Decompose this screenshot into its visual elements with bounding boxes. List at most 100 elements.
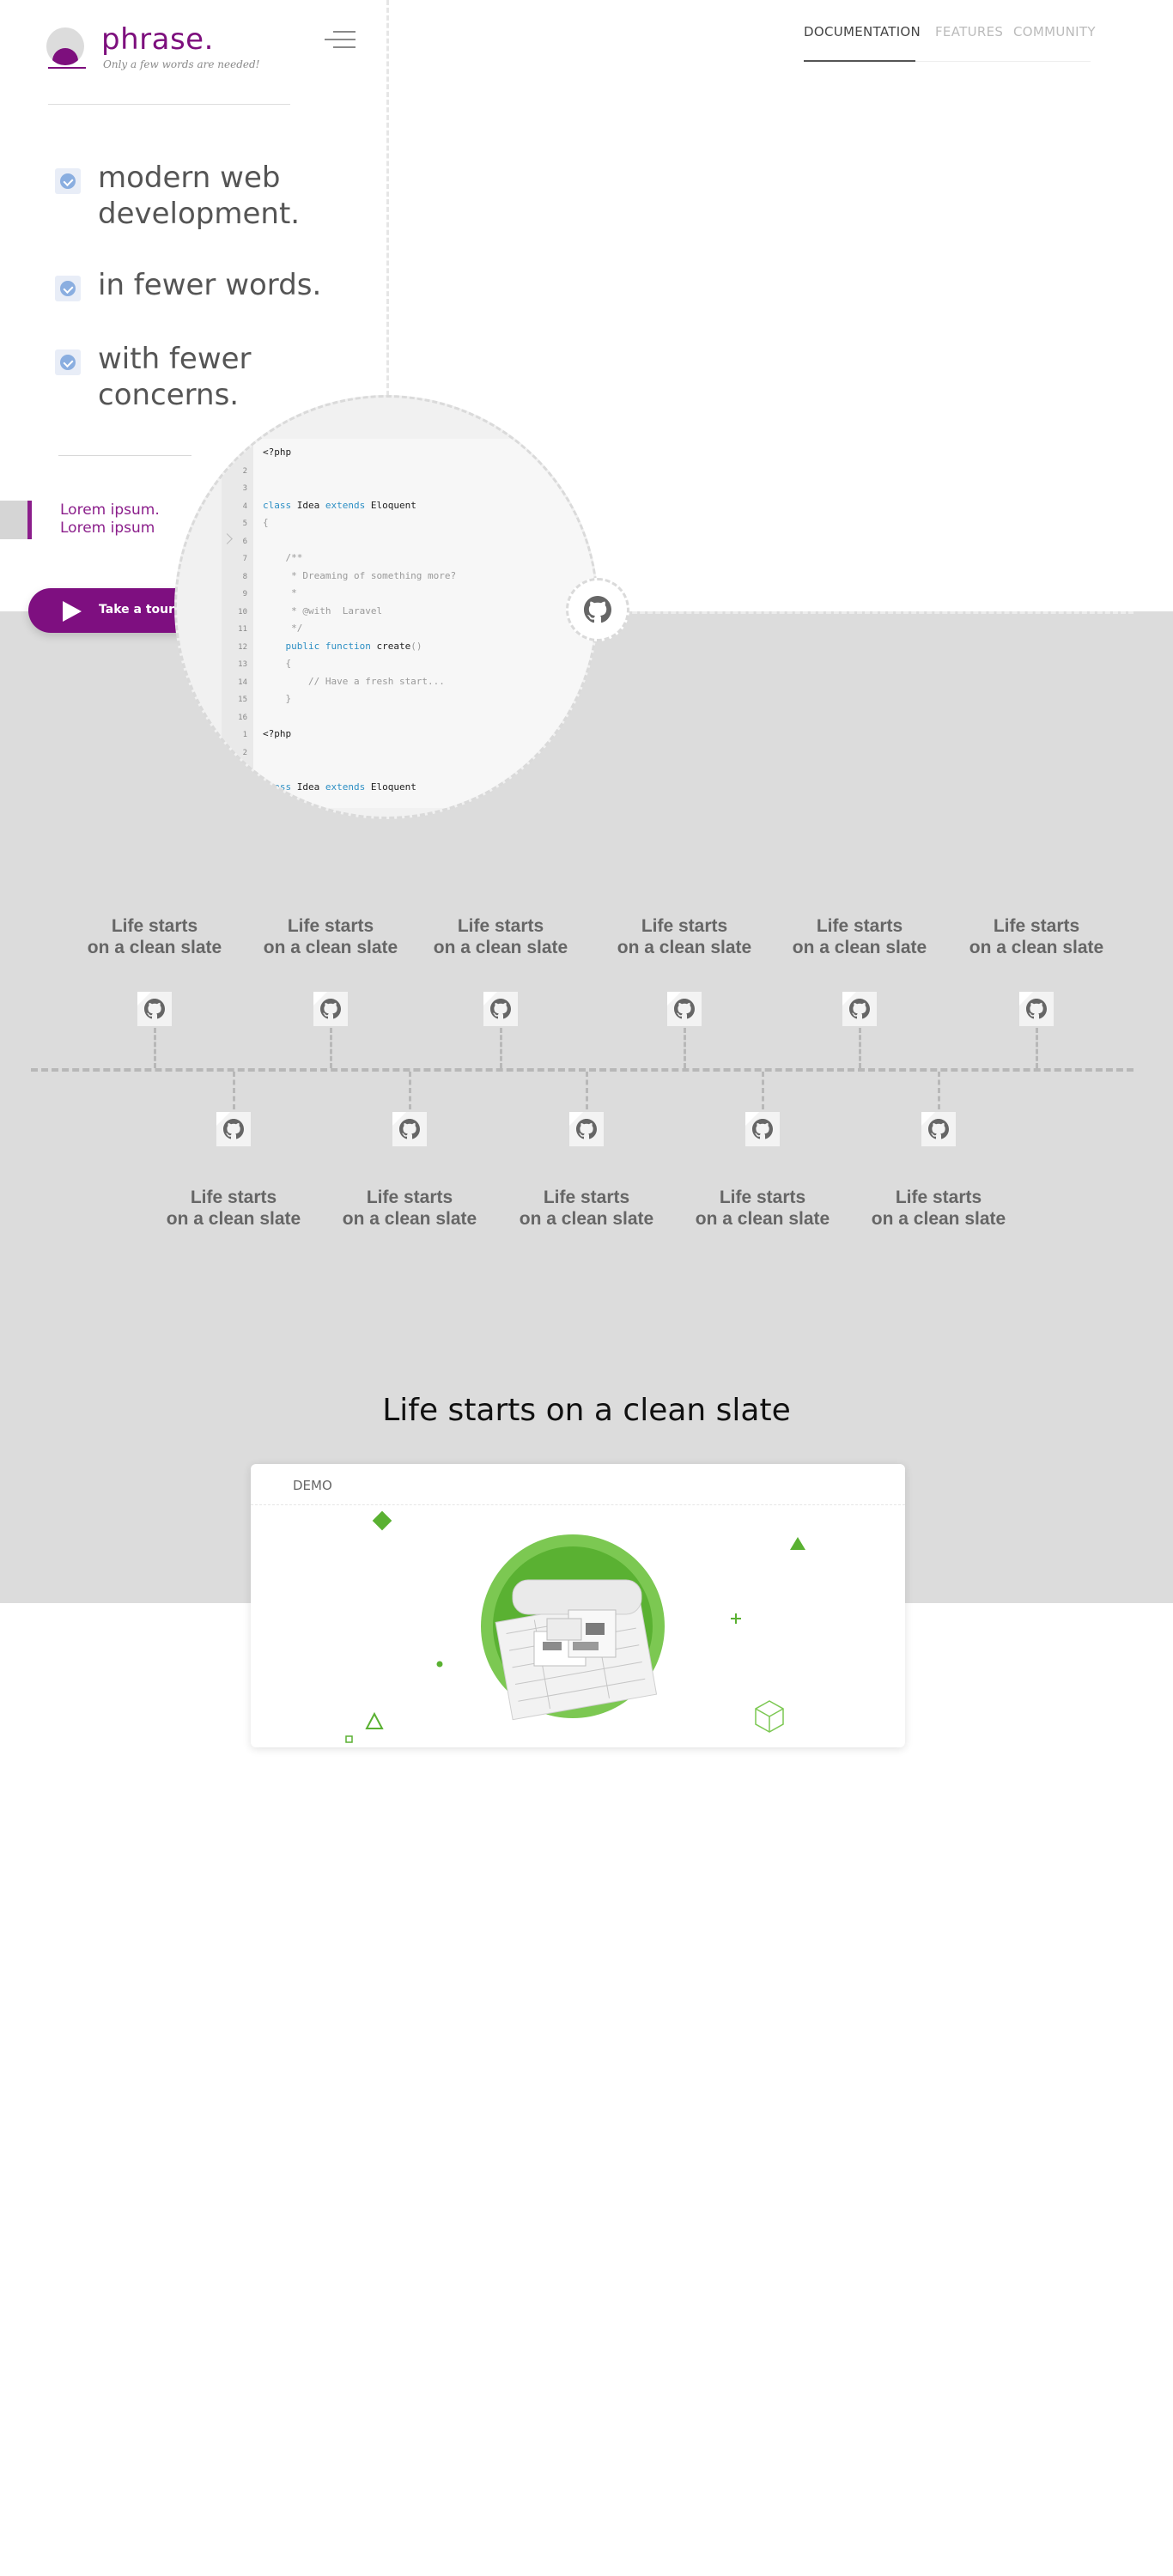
check-icon: [55, 349, 81, 375]
code-line: // Have a fresh start...: [263, 675, 445, 687]
timeline-connector: [1036, 1028, 1038, 1068]
timeline-connector: [330, 1028, 332, 1068]
github-icon[interactable]: [137, 992, 172, 1026]
logo-underline: [48, 67, 86, 69]
dot-shape: [436, 1661, 443, 1668]
nav-documentation[interactable]: DOCUMENTATION: [804, 24, 921, 39]
github-icon[interactable]: [569, 1112, 604, 1146]
code-line: * Dreaming of something more?: [263, 569, 457, 581]
triangle-shape: [790, 1537, 805, 1550]
code-line: */: [263, 623, 303, 634]
code-line-number: 12: [238, 642, 247, 652]
github-icon[interactable]: [921, 1112, 956, 1146]
timeline-title: Life starts on a clean slate: [792, 916, 927, 957]
nav-active-indicator: [804, 60, 915, 62]
code-line: *: [263, 587, 297, 598]
side-tab-indicator: [27, 501, 32, 539]
timeline-title: Life starts on a clean slate: [695, 1188, 830, 1229]
nav-features[interactable]: FEATURES: [935, 24, 1003, 39]
github-icon: [584, 596, 611, 623]
timeline-connector: [233, 1072, 235, 1109]
code-line: public function create(): [263, 640, 422, 652]
plus-shape: [731, 1613, 741, 1624]
code-line: <?php: [263, 447, 292, 458]
github-icon[interactable]: [313, 992, 348, 1026]
triangle-outline-shape: [365, 1711, 384, 1729]
sidebar-divider: [48, 104, 290, 105]
github-icon[interactable]: [745, 1112, 780, 1146]
lorem-text[interactable]: Lorem ipsum. Lorem ipsum: [60, 501, 160, 538]
timeline-title: Life starts on a clean slate: [519, 1188, 654, 1229]
check-icon: [55, 168, 81, 194]
code-line-number: 16: [238, 713, 247, 722]
features-divider: [58, 455, 191, 456]
code-line-number: 11: [238, 625, 247, 634]
code-line: class Idea extends Eloquent: [263, 499, 416, 511]
code-line-number: 8: [242, 572, 247, 581]
code-line-number: 7: [242, 555, 247, 563]
nav-community[interactable]: COMMUNITY: [1013, 24, 1096, 39]
demo-card: DEMO: [251, 1464, 905, 1747]
code-line-number: 2: [242, 748, 247, 757]
code-line-number: 5: [242, 519, 247, 528]
timeline-title: Life starts on a clean slate: [166, 1188, 301, 1229]
code-line-number: 3: [242, 484, 247, 493]
github-icon[interactable]: [216, 1112, 251, 1146]
code-line: class Idea extends Eloquent: [263, 781, 416, 793]
code-line-number: 14: [238, 677, 247, 687]
code-line-number: 13: [238, 660, 247, 669]
timeline-title: Life starts on a clean slate: [617, 916, 752, 957]
feature-text: modern web development.: [98, 161, 301, 231]
demo-heading: Life starts on a clean slate: [382, 1393, 791, 1428]
code-preview-circle: <?php 2 3 4 class Idea extends Eloquent 5{6 7 …: [174, 395, 599, 819]
github-icon[interactable]: [483, 992, 518, 1026]
code-line: /**: [263, 552, 303, 563]
cube-outline-shape: [755, 1700, 784, 1733]
diamond-shape: [372, 1510, 392, 1531]
brand-name[interactable]: phrase.: [101, 22, 214, 57]
timeline-title: Life starts on a clean slate: [87, 916, 222, 957]
code-line-number: 9: [242, 590, 247, 598]
square-outline-shape: [345, 1735, 353, 1743]
code-line-number: 6: [242, 537, 247, 546]
timeline-connector: [500, 1028, 502, 1068]
timeline-line: [31, 1068, 1133, 1072]
timeline-title: Life starts on a clean slate: [969, 916, 1104, 957]
code-line-number: 15: [238, 696, 247, 704]
timeline-connector: [859, 1028, 861, 1068]
code-line-number: 1: [242, 731, 247, 739]
timeline-connector: [154, 1028, 156, 1068]
code-line-number: 3: [242, 766, 247, 775]
github-icon[interactable]: [667, 992, 702, 1026]
code-line: }: [263, 693, 292, 704]
nav-underline: [915, 61, 1091, 62]
code-line: * @with Laravel: [263, 605, 383, 617]
side-tab[interactable]: [0, 501, 29, 539]
feature-text: in fewer words.: [98, 268, 322, 302]
timeline-title: Life starts on a clean slate: [342, 1188, 477, 1229]
timeline-connector: [684, 1028, 686, 1068]
timeline-title: Life starts on a clean slate: [871, 1188, 1006, 1229]
code-line: <?php: [263, 728, 292, 739]
timeline-connector: [409, 1072, 411, 1109]
vertical-dashed-divider: [386, 0, 389, 404]
play-icon: [63, 601, 82, 622]
github-button[interactable]: [566, 578, 629, 641]
github-icon[interactable]: [1019, 992, 1054, 1026]
horizontal-dashed-divider: [601, 611, 1133, 614]
code-line-number: 4: [242, 783, 247, 793]
take-a-tour-label: Take a tour: [99, 603, 174, 617]
brand-tagline: Only a few words are needed!: [103, 58, 260, 70]
check-icon: [55, 276, 81, 301]
blueprint-illustration: [495, 1579, 658, 1721]
code-line: {: [263, 517, 269, 528]
github-icon[interactable]: [842, 992, 877, 1026]
menu-icon[interactable]: [325, 29, 356, 50]
github-icon[interactable]: [392, 1112, 427, 1146]
timeline-connector: [938, 1072, 940, 1109]
timeline-title: Life starts on a clean slate: [263, 916, 398, 957]
code-line: {: [263, 658, 292, 669]
timeline-title: Life starts on a clean slate: [433, 916, 568, 957]
logo-icon[interactable]: [46, 27, 84, 65]
code-line-number: 2: [242, 466, 247, 476]
